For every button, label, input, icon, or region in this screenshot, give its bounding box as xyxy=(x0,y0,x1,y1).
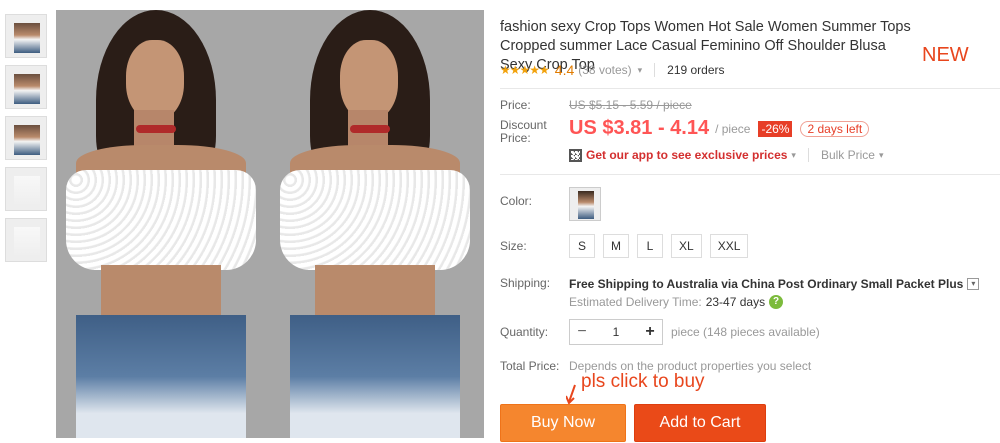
thumbnail-4[interactable] xyxy=(5,167,47,211)
size-options: S M L XL XXL xyxy=(569,234,756,258)
size-option-m[interactable]: M xyxy=(603,234,629,258)
quantity-stepper: − + xyxy=(569,319,663,345)
divider xyxy=(500,174,1000,175)
size-option-s[interactable]: S xyxy=(569,234,595,258)
quantity-input[interactable] xyxy=(594,320,638,344)
estimated-delivery-value: 23-47 days xyxy=(705,295,766,309)
annotation-text: pls click to buy xyxy=(581,371,705,392)
total-price-label: Total Price: xyxy=(500,359,560,373)
help-icon[interactable]: ? xyxy=(769,295,784,309)
size-option-xl[interactable]: XL xyxy=(671,234,702,258)
quantity-label: Quantity: xyxy=(500,325,549,339)
size-label: Size: xyxy=(500,239,527,253)
size-option-l[interactable]: L xyxy=(637,234,663,258)
discount-price-label: Discount Price: xyxy=(500,118,547,145)
thumbnail-5[interactable] xyxy=(5,218,47,262)
orders-count: 219 orders xyxy=(667,63,725,77)
chevron-down-icon[interactable]: ▾ xyxy=(879,150,884,161)
add-to-cart-button[interactable]: Add to Cart xyxy=(634,404,766,442)
chevron-down-icon[interactable]: ▾ xyxy=(791,150,796,161)
thumbnail-list xyxy=(5,14,49,269)
shipping-method-text: Free Shipping to Australia via China Pos… xyxy=(569,277,964,291)
days-left-badge: 2 days left xyxy=(800,120,870,137)
rating-value: 4.4 xyxy=(554,62,575,78)
discount-badge: -26% xyxy=(758,120,793,137)
shipping-dropdown-icon[interactable]: ▾ xyxy=(967,278,980,290)
shipping-label: Shipping: xyxy=(500,276,551,290)
rating-row: ★★★★★ 4.4 (38 votes) ▾ 219 orders xyxy=(500,62,725,78)
model-figure-left xyxy=(56,10,270,438)
current-price-value: US $3.81 - 4.14 xyxy=(569,117,710,139)
rating-stars-icon: ★★★★★ xyxy=(500,63,550,77)
size-option-xxl[interactable]: XXL xyxy=(709,234,749,258)
qr-code-icon xyxy=(569,148,582,162)
quantity-increase-button[interactable]: + xyxy=(638,323,662,341)
quantity-available: piece (148 pieces available) xyxy=(671,325,820,339)
thumbnail-2[interactable] xyxy=(5,65,47,109)
divider xyxy=(500,88,1000,89)
divider xyxy=(807,148,809,162)
current-price: US $3.81 - 4.14 / piece -26% 2 days left xyxy=(569,117,870,140)
shipping-method: Free Shipping to Australia via China Pos… xyxy=(569,277,980,291)
estimated-delivery-label: Estimated Delivery Time: xyxy=(569,295,702,309)
divider xyxy=(654,63,656,77)
thumbnail-3[interactable] xyxy=(5,116,47,160)
main-product-image[interactable] xyxy=(56,10,484,438)
new-tag: NEW xyxy=(922,44,969,66)
chevron-down-icon[interactable]: ▾ xyxy=(638,65,643,76)
rating-votes[interactable]: (38 votes) xyxy=(578,63,631,77)
app-promo-row: Get our app to see exclusive prices ▾ Bu… xyxy=(569,148,884,162)
model-figure-right xyxy=(270,10,484,438)
bulk-price-link[interactable]: Bulk Price xyxy=(821,148,875,162)
price-unit: / piece xyxy=(715,121,751,136)
thumbnail-1[interactable] xyxy=(5,14,47,58)
arrow-icon xyxy=(566,384,576,404)
original-price: US $5.15 - 5.59 / piece xyxy=(569,98,692,112)
estimated-delivery: Estimated Delivery Time: 23-47 days ? xyxy=(569,295,784,309)
price-label: Price: xyxy=(500,98,531,112)
app-price-link[interactable]: Get our app to see exclusive prices xyxy=(586,148,787,162)
color-label: Color: xyxy=(500,194,533,208)
color-swatch[interactable] xyxy=(569,187,601,221)
quantity-decrease-button[interactable]: − xyxy=(570,323,594,341)
buy-now-button[interactable]: Buy Now xyxy=(500,404,626,442)
